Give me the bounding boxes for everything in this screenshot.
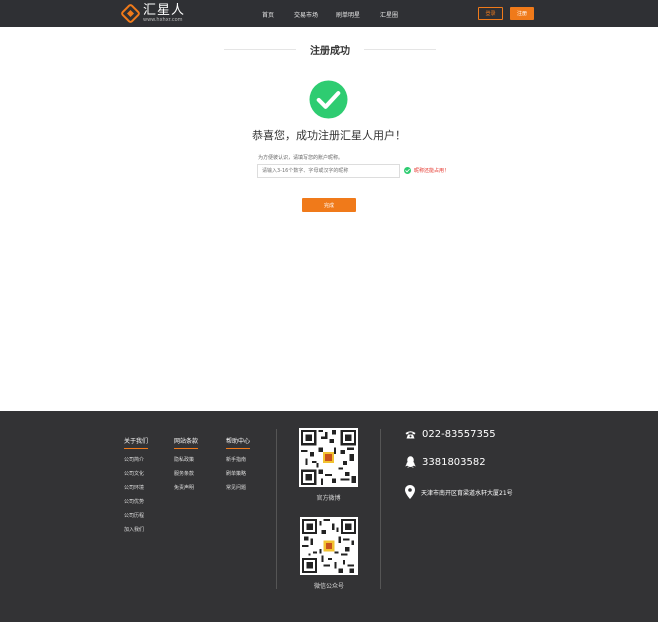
footer-link[interactable]: 公司历程 [124, 512, 148, 519]
nickname-status: 昵称还能占用！ [414, 168, 450, 174]
wechat-qr-caption: 微信公众号 [313, 583, 344, 590]
footer-divider [276, 429, 277, 589]
title-divider-left [224, 49, 296, 50]
register-button[interactable]: 注册 [510, 7, 534, 20]
login-button[interactable]: 登录 [478, 7, 503, 20]
site-footer: 关于我们 公司简介 公司文化 公司环境 公司优势 公司历程 加入我们 网站条款 … [0, 411, 658, 622]
footer-link[interactable]: 公司环境 [124, 484, 148, 491]
valid-check-icon [404, 167, 411, 174]
success-check-icon [309, 80, 348, 119]
nickname-input[interactable] [257, 164, 400, 178]
contact-qq: 3381803582 [405, 456, 486, 468]
footer-link[interactable]: 常见问题 [226, 484, 250, 491]
nav-circle[interactable]: 汇星圈 [380, 10, 398, 19]
footer-col-title: 关于我们 [124, 436, 149, 449]
qr-code-icon [302, 519, 356, 573]
phone-icon [405, 431, 416, 439]
top-header: 汇星人 www.hxhxr.com 首页 交易市场 刷单明星 汇星圈 登录 注册 [0, 0, 658, 27]
title-divider-right [364, 49, 436, 50]
footer-link[interactable]: 公司简介 [124, 456, 148, 463]
site-logo[interactable]: 汇星人 www.hxhxr.com [119, 2, 185, 25]
logo-text: 汇星人 www.hxhxr.com [143, 4, 185, 23]
footer-col-title: 帮助中心 [226, 436, 251, 449]
footer-col-terms: 网站条款 隐私政策 服务条款 免责声明 [174, 428, 199, 491]
footer-link[interactable]: 公司优势 [124, 498, 148, 505]
qr-code-icon [301, 430, 356, 485]
qq-number: 3381803582 [422, 456, 486, 468]
footer-link[interactable]: 公司文化 [124, 470, 148, 477]
nickname-hint: 为方便彼认识，请填写您的账户昵称。 [258, 155, 344, 161]
done-button[interactable]: 完成 [302, 198, 356, 212]
address-text: 天津市南开区育梁道水轩大厦21号 [421, 489, 513, 497]
footer-link[interactable]: 加入我们 [124, 526, 148, 533]
footer-link[interactable]: 免责声明 [174, 484, 198, 491]
congrats-message: 恭喜您，成功注册汇星人用户！ [252, 129, 406, 142]
footer-link[interactable]: 隐私政策 [174, 456, 198, 463]
footer-col-title: 网站条款 [174, 436, 199, 449]
logo-name: 汇星人 [143, 3, 186, 18]
weibo-qr-caption: 官方微博 [316, 495, 341, 502]
location-pin-icon [405, 485, 415, 499]
nav-stars[interactable]: 刷单明星 [336, 10, 360, 19]
footer-col-help: 帮助中心 新手指南 刷单策略 常见问题 [226, 428, 251, 491]
phone-number: 022-83557355 [422, 429, 496, 440]
logo-url: www.hxhxr.com [143, 17, 183, 23]
qq-icon [405, 456, 416, 468]
page-title: 注册成功 [310, 46, 350, 57]
footer-col-about: 关于我们 公司简介 公司文化 公司环境 公司优势 公司历程 加入我们 [124, 428, 149, 533]
footer-link[interactable]: 刷单策略 [226, 470, 250, 477]
logo-icon [119, 2, 142, 25]
contact-address: 天津市南开区育梁道水轩大厦21号 [405, 485, 513, 499]
footer-link[interactable]: 服务条款 [174, 470, 198, 477]
nav-home[interactable]: 首页 [262, 10, 274, 19]
wechat-qr-code [300, 517, 358, 575]
contact-phone: 022-83557355 [405, 429, 496, 440]
weibo-qr-code [299, 428, 358, 487]
footer-divider [380, 429, 381, 589]
footer-link[interactable]: 新手指南 [226, 456, 250, 463]
nav-market[interactable]: 交易市场 [294, 10, 318, 19]
